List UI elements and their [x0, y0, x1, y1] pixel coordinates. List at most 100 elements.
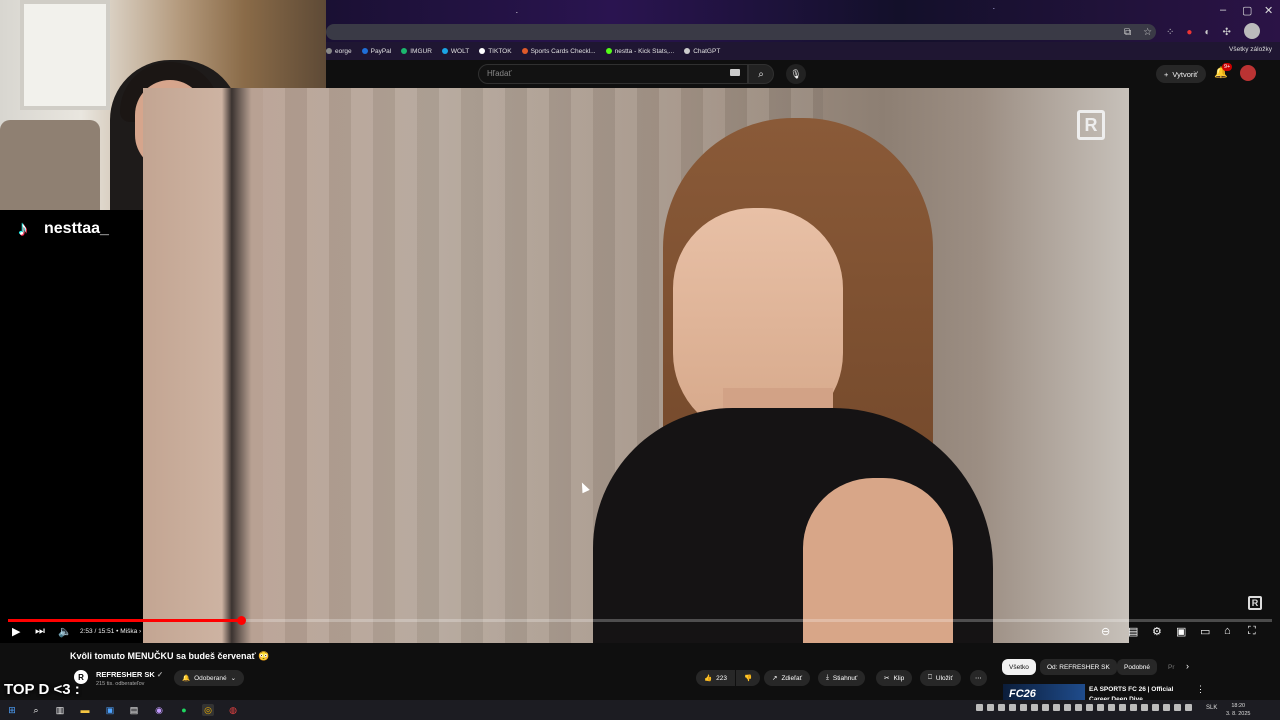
- tiktok-handle: nesttaa_: [44, 220, 109, 237]
- file-explorer-icon[interactable]: ▬: [79, 704, 91, 716]
- extension-icon[interactable]: ⁘: [1166, 27, 1174, 38]
- chrome-icon[interactable]: ◎: [202, 704, 214, 716]
- tray-icon[interactable]: [998, 704, 1005, 711]
- bookmark-item[interactable]: IMGUR: [401, 48, 432, 55]
- clock[interactable]: 18:20 3. 8. 2025: [1226, 702, 1250, 718]
- chip-related[interactable]: Podobné: [1117, 659, 1158, 675]
- puzzle-icon[interactable]: ✣: [1222, 27, 1230, 38]
- create-button[interactable]: + Vytvoriť: [1156, 65, 1206, 83]
- language-indicator[interactable]: SLK: [1206, 705, 1217, 711]
- tray-icon[interactable]: [1075, 704, 1082, 711]
- bookmarks-bar: eorge PayPal IMGUR WOLT TIKTOK Sports Ca…: [326, 42, 1280, 60]
- cast-icon[interactable]: ⌂: [1224, 625, 1231, 637]
- autoplay-toggle-icon[interactable]: ⊖: [1101, 625, 1110, 638]
- tray-icon[interactable]: [987, 704, 994, 711]
- refresher-logo-icon: R: [1077, 110, 1105, 140]
- search-input[interactable]: Hľadať: [478, 64, 748, 84]
- bookmark-item[interactable]: TIKTOK: [479, 48, 512, 55]
- clip-button[interactable]: ✂ Klip: [876, 670, 913, 686]
- tray-icon[interactable]: [1064, 704, 1071, 711]
- minimize-icon[interactable]: –: [1220, 4, 1226, 16]
- chapter-label[interactable]: • Miška: [116, 628, 137, 635]
- theater-mode-icon[interactable]: ▭: [1200, 625, 1210, 638]
- chip-all[interactable]: Všetko: [1002, 659, 1036, 675]
- video-progress-bar[interactable]: [8, 616, 1272, 625]
- tray-icon[interactable]: [1042, 704, 1049, 711]
- video-title: Kvôli tomuto MENUČKU sa budeš červenať 😳: [70, 651, 270, 661]
- star-bookmark-icon[interactable]: ☆: [1143, 27, 1152, 38]
- record-extension-icon[interactable]: ●: [1186, 27, 1192, 38]
- tray-icon[interactable]: [1163, 704, 1170, 711]
- tray-icon[interactable]: [1141, 704, 1148, 711]
- tray-icon[interactable]: [1119, 704, 1126, 711]
- bookmark-save-icon: ⎕: [928, 674, 932, 681]
- video-player[interactable]: R: [143, 88, 1129, 643]
- save-button[interactable]: ⎕ Uložiť: [920, 670, 961, 686]
- address-bar[interactable]: [326, 24, 1156, 40]
- app-icon[interactable]: ◉: [153, 704, 165, 716]
- youtube-avatar[interactable]: [1240, 65, 1256, 81]
- install-app-icon[interactable]: ⧉: [1124, 27, 1131, 38]
- tray-icon[interactable]: [1086, 704, 1093, 711]
- tray-icon[interactable]: [1130, 704, 1137, 711]
- share-button[interactable]: ↗ Zdieľať: [764, 670, 811, 686]
- store-icon[interactable]: ▣: [104, 704, 116, 716]
- bookmark-item[interactable]: Sports Cards Checkl...: [521, 48, 596, 55]
- spotify-icon[interactable]: ●: [178, 704, 190, 716]
- progress-scrubber[interactable]: [236, 616, 246, 625]
- tray-icon[interactable]: [1031, 704, 1038, 711]
- subscribed-button[interactable]: 🔔 Odoberané ⌄: [174, 670, 245, 686]
- extension-icon[interactable]: ◐: [1204, 27, 1210, 38]
- task-view-icon[interactable]: ▥: [54, 704, 66, 716]
- tray-icon[interactable]: [1185, 704, 1192, 711]
- tray-icon[interactable]: [1053, 704, 1060, 711]
- voice-search-button[interactable]: 🎙: [786, 64, 806, 84]
- app-icon[interactable]: ▤: [128, 704, 140, 716]
- bookmark-item[interactable]: eorge: [326, 48, 352, 55]
- miniplayer-icon[interactable]: ▣: [1176, 625, 1186, 638]
- paypal-icon: [361, 48, 368, 54]
- wolt-icon: [441, 48, 448, 54]
- plus-icon: +: [1164, 69, 1169, 79]
- tray-icon[interactable]: [976, 704, 983, 711]
- bell-icon: 🔔: [182, 675, 191, 682]
- download-button[interactable]: ⤓ Stiahnuť: [818, 670, 866, 686]
- chip-from-channel[interactable]: Od: REFRESHER SK: [1040, 659, 1117, 675]
- browser-profile-avatar[interactable]: [1244, 23, 1260, 39]
- scissors-icon: ✂: [884, 675, 890, 682]
- tray-icon[interactable]: [1097, 704, 1104, 711]
- windows-start-icon[interactable]: ⊞: [6, 704, 18, 716]
- subtitles-icon[interactable]: ▤: [1128, 625, 1138, 638]
- subscriber-count: 215 tis. odberateľov: [96, 681, 145, 687]
- dislike-button[interactable]: 👎: [736, 670, 761, 686]
- all-bookmarks[interactable]: Všetky záložky: [1229, 46, 1272, 53]
- play-icon[interactable]: ▶: [12, 625, 20, 638]
- maximize-icon[interactable]: ▢: [1242, 4, 1252, 17]
- channel-name[interactable]: REFRESHER SK ✓: [96, 670, 163, 679]
- progress-played: [8, 619, 241, 622]
- keyboard-icon[interactable]: [730, 69, 740, 76]
- like-button[interactable]: 👍 223: [696, 670, 735, 686]
- recommendation-menu-icon[interactable]: ⋮: [1196, 684, 1205, 695]
- channel-watermark-icon[interactable]: R: [1248, 596, 1262, 610]
- next-icon[interactable]: ⏭: [35, 625, 45, 638]
- tray-icon[interactable]: [1152, 704, 1159, 711]
- bookmark-item[interactable]: PayPal: [361, 48, 391, 55]
- chevron-right-icon[interactable]: ›: [1186, 661, 1189, 671]
- more-actions-button[interactable]: ⋯: [970, 670, 987, 686]
- chip-partial[interactable]: Pr: [1161, 659, 1182, 675]
- fullscreen-icon[interactable]: ⛶: [1248, 625, 1256, 638]
- bookmark-item[interactable]: WOLT: [441, 48, 469, 55]
- tray-icon[interactable]: [1020, 704, 1027, 711]
- tray-icon[interactable]: [1108, 704, 1115, 711]
- search-button[interactable]: ⌕: [748, 64, 774, 84]
- volume-icon[interactable]: 🔈: [58, 625, 72, 638]
- bookmark-item[interactable]: nestta - Kick Stats,...: [605, 48, 674, 55]
- close-icon[interactable]: ✕: [1264, 4, 1273, 17]
- settings-gear-icon[interactable]: ⚙: [1152, 625, 1162, 638]
- app-icon[interactable]: ◍: [227, 704, 239, 716]
- tray-icon[interactable]: [1009, 704, 1016, 711]
- tray-icon[interactable]: [1174, 704, 1181, 711]
- bookmark-item[interactable]: ChatGPT: [684, 48, 720, 55]
- search-icon[interactable]: ⌕: [30, 704, 42, 716]
